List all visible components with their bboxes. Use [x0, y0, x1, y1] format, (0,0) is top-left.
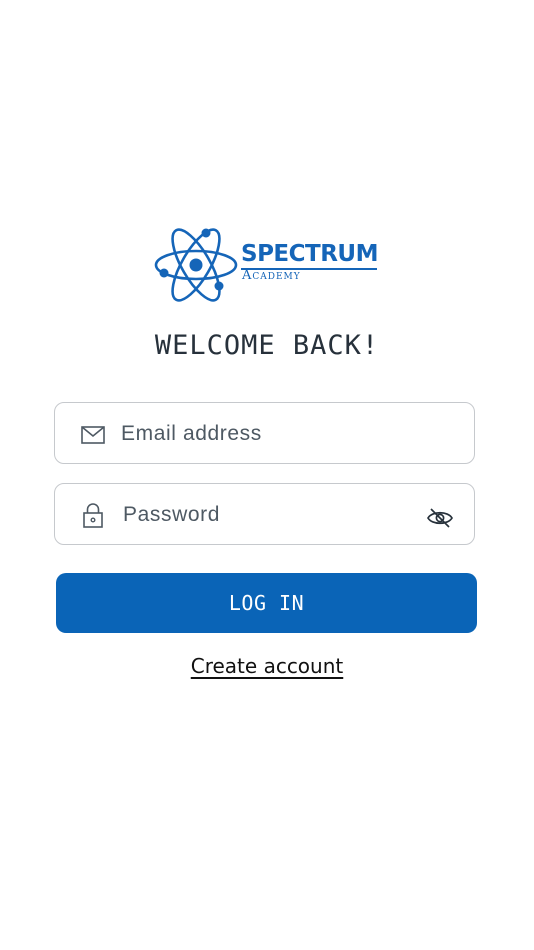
password-field[interactable]: [54, 483, 475, 545]
create-account-container: Create account: [0, 654, 534, 678]
lock-icon: [83, 503, 103, 528]
mail-icon: [81, 426, 105, 444]
email-field[interactable]: [54, 402, 475, 464]
app-logo: SPECTRUM Academy: [154, 224, 380, 306]
email-input[interactable]: [121, 417, 421, 451]
create-account-link[interactable]: Create account: [191, 654, 344, 678]
logo-title: SPECTRUM: [241, 241, 378, 267]
password-input[interactable]: [123, 498, 423, 532]
logo-subtitle: Academy: [242, 268, 301, 283]
welcome-heading: WELCOME BACK!: [154, 330, 380, 361]
login-button[interactable]: LOG IN: [56, 573, 477, 633]
atom-icon: [154, 228, 238, 302]
eye-off-icon[interactable]: [426, 506, 454, 530]
